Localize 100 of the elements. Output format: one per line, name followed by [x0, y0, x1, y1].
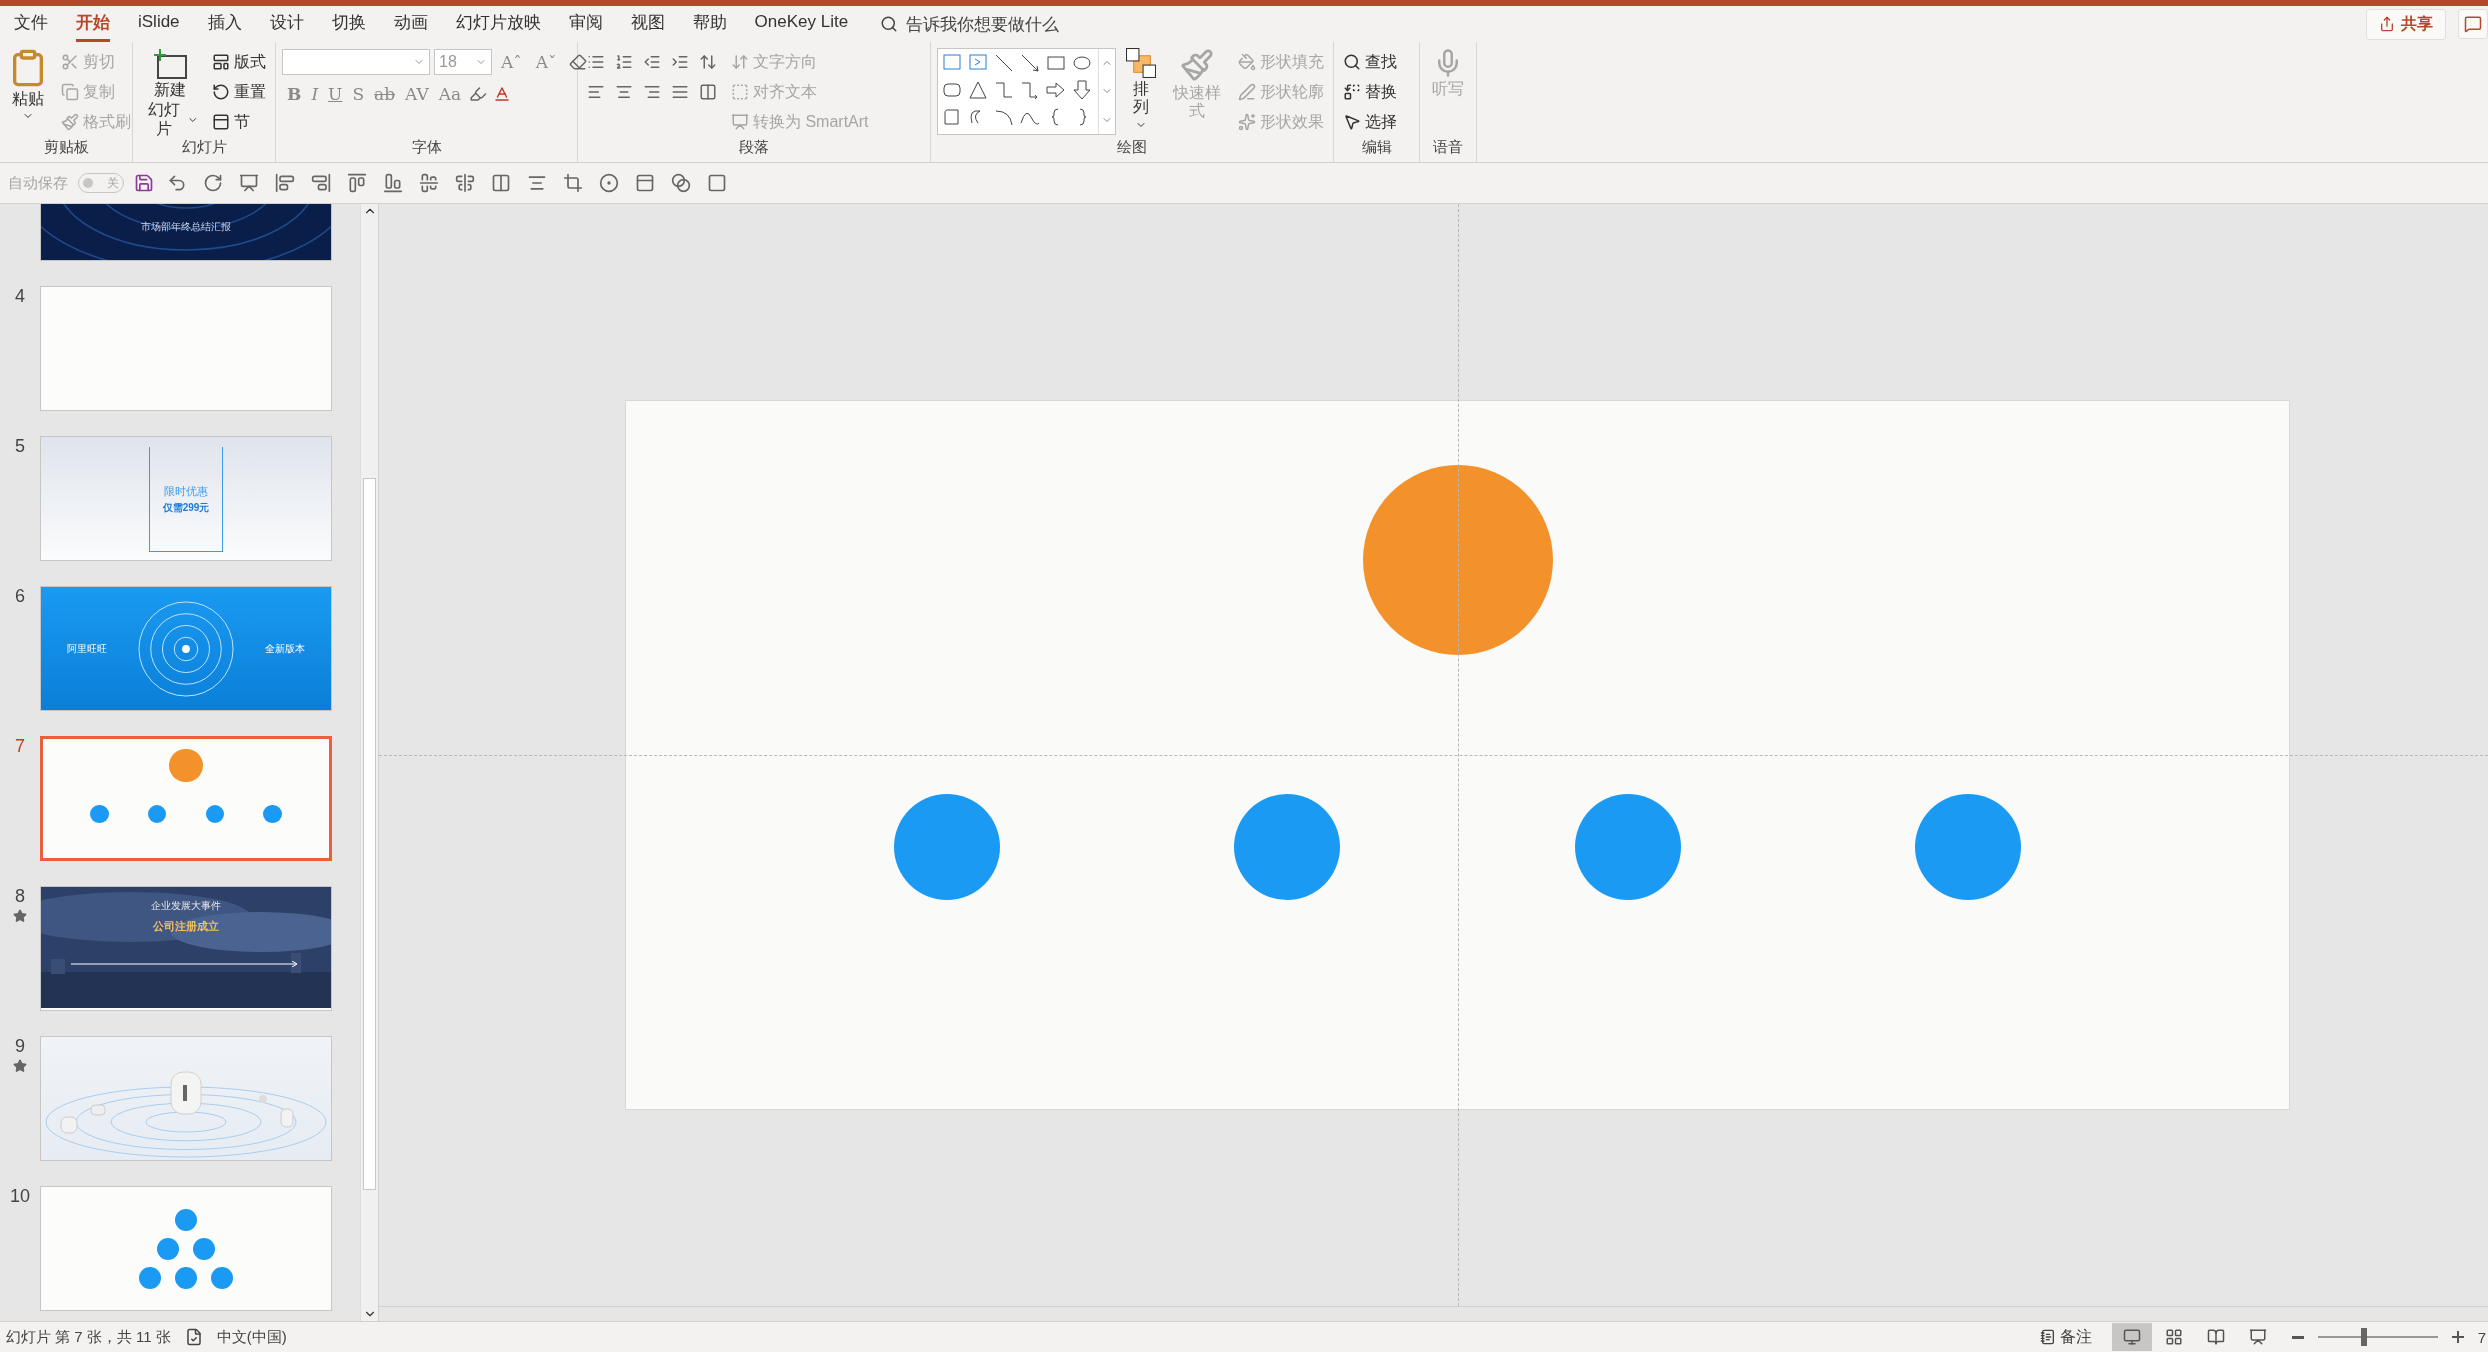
section-icon [212, 113, 230, 131]
ribbon-tab[interactable]: 审阅 [568, 6, 603, 42]
slide-subtitle: 企业发展大事件 [151, 900, 221, 911]
slide-thumbnail[interactable] [40, 286, 332, 411]
indent-increase-icon [671, 53, 689, 71]
circle-icon [599, 173, 619, 193]
paste-button[interactable]: 粘贴 [6, 48, 50, 123]
slide-text: 全新版本 [265, 641, 305, 656]
slide-thumbnail[interactable] [40, 736, 332, 861]
group-label: 绘图 [1117, 138, 1147, 157]
reset-icon [212, 83, 230, 101]
highlighter-icon [469, 85, 488, 103]
ribbon-tab[interactable]: 幻灯片放映 [455, 6, 541, 42]
language-label[interactable]: 中文(中国) [216, 1327, 287, 1347]
ribbon-tab[interactable]: 切换 [331, 6, 366, 42]
slide-subheading: 仅需299元 [162, 500, 210, 515]
scissors-icon [61, 53, 79, 71]
ribbon-tab[interactable]: 开始 [76, 6, 110, 42]
circle-shape [169, 749, 203, 783]
grid-icon [2164, 1328, 2183, 1346]
autosave-label: 自动保存 [8, 173, 68, 193]
align-right-icon [643, 83, 661, 101]
ribbon-tab[interactable]: 文件 [14, 6, 48, 42]
share-button[interactable]: 共享 [2366, 8, 2446, 40]
smartart-icon [731, 113, 749, 131]
slideshow-icon [239, 173, 259, 193]
zoom-out-icon[interactable] [2291, 1335, 2304, 1339]
slide-thumbnail[interactable]: 阿里旺旺 全新版本 [40, 586, 332, 711]
notes-icon [2039, 1329, 2056, 1345]
editing-button[interactable]: 选择 [1340, 108, 1400, 136]
align-left-icon [587, 83, 605, 101]
ribbon-tab[interactable]: 视图 [630, 6, 665, 42]
shape-icon[interactable] [1070, 78, 1094, 102]
font-name-field[interactable] [282, 49, 430, 75]
numbering-icon [615, 53, 633, 71]
slide-thumbnail[interactable] [40, 1186, 332, 1311]
slide-number: 6 [15, 586, 25, 607]
search-icon [1343, 53, 1361, 71]
comments-button[interactable] [2458, 9, 2488, 39]
align-center-icon [527, 173, 547, 193]
scrollbar[interactable] [360, 204, 378, 1321]
indent-decrease-icon [643, 53, 661, 71]
ribbon-tab[interactable]: 设计 [269, 6, 304, 42]
ribbon-tab[interactable]: iSlide [138, 8, 180, 40]
paint-bucket-icon [1238, 53, 1256, 71]
ribbon-tab[interactable]: OneKey Lite [754, 8, 849, 40]
align-right-icon [311, 173, 331, 193]
presentation-icon [2248, 1328, 2267, 1346]
editing-button[interactable]: 替换 [1340, 78, 1400, 106]
ribbon-tab[interactable]: 帮助 [692, 6, 727, 42]
circle-shape [205, 804, 225, 824]
comment-icon [2464, 15, 2482, 33]
group-label: 编辑 [1361, 138, 1392, 157]
slide-title: 市场部年终总结汇报 [141, 221, 231, 232]
slide-thumbnail[interactable]: 企业发展大事件 公司注册成立 [40, 886, 332, 1011]
slide-heading: 限时优惠 [164, 483, 208, 499]
align-justify-icon [671, 83, 689, 101]
slide-number: 4 [15, 286, 25, 307]
slide-thumbnail[interactable]: 市场部年终总结汇报 [40, 204, 332, 261]
arrange-button[interactable]: 排列 [1124, 48, 1158, 131]
eraser-icon [568, 53, 587, 71]
text-direction-icon [731, 53, 749, 71]
group-label: 段落 [739, 138, 769, 157]
editing-button[interactable]: 查找 [1340, 48, 1400, 76]
arrange-icon [1126, 48, 1156, 78]
align-center-icon [455, 173, 475, 193]
circle-shape [90, 804, 109, 824]
slide-title: 公司注册成立 [153, 920, 219, 932]
search-icon [880, 15, 899, 33]
slide-option-button[interactable]: 版式 [209, 48, 269, 76]
pen-icon [1238, 83, 1256, 101]
slide-number: 7 [15, 736, 25, 757]
align-top-icon [347, 173, 367, 193]
tell-me-field[interactable]: 告诉我你想要做什么 [906, 12, 1060, 36]
monitor-icon [2122, 1328, 2141, 1346]
zoom-percent[interactable]: 7 [2477, 1328, 2486, 1346]
slide-number: 10 [10, 1186, 30, 1207]
share-icon [2379, 16, 2395, 32]
line-spacing-icon [699, 53, 717, 71]
font-color-icon [493, 85, 512, 103]
layout-icon [212, 53, 230, 71]
align-left-icon [275, 173, 295, 193]
slide-number: 5 [15, 436, 25, 457]
ribbon-tab[interactable]: 插入 [207, 6, 242, 42]
bullets-icon [587, 53, 605, 71]
replace-icon [1343, 83, 1361, 101]
slide-option-button[interactable]: 节 [209, 108, 269, 136]
slide-option-button[interactable]: 重置 [209, 78, 269, 106]
book-icon [2206, 1328, 2225, 1346]
align-center-icon [615, 83, 633, 101]
ribbon-tab[interactable]: 动画 [393, 6, 428, 42]
new-slide-icon [153, 48, 187, 79]
zoom-in-icon[interactable] [2451, 1331, 2464, 1343]
slide-thumbnail[interactable]: 限时优惠 仅需299元 [40, 436, 332, 561]
new-slide-button[interactable]: 新建 幻灯片 [139, 48, 201, 139]
sparkles-icon [1238, 113, 1256, 131]
normal-view-button[interactable] [2111, 1323, 2152, 1351]
slide-canvas[interactable] [625, 400, 2290, 1110]
notes-button[interactable]: 备注 [2033, 1325, 2098, 1349]
pointer-icon [1343, 113, 1361, 131]
